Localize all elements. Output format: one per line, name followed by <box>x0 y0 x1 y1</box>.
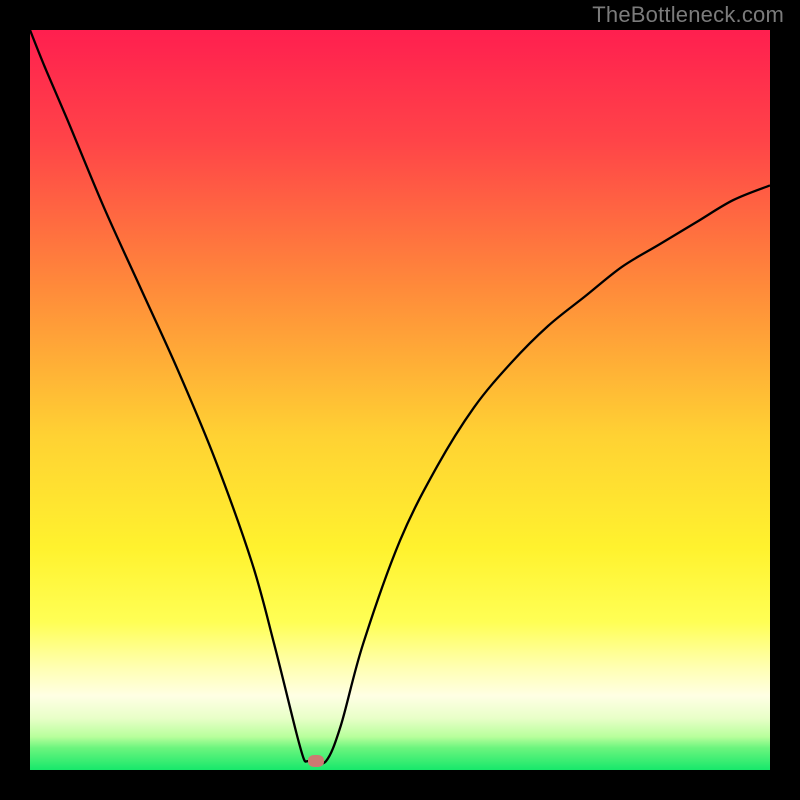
chart-container: TheBottleneck.com <box>0 0 800 800</box>
optimum-marker <box>308 755 324 767</box>
curve-svg <box>30 30 770 770</box>
bottleneck-curve-path <box>30 30 770 764</box>
plot-area <box>30 30 770 770</box>
attribution-text: TheBottleneck.com <box>592 2 784 28</box>
